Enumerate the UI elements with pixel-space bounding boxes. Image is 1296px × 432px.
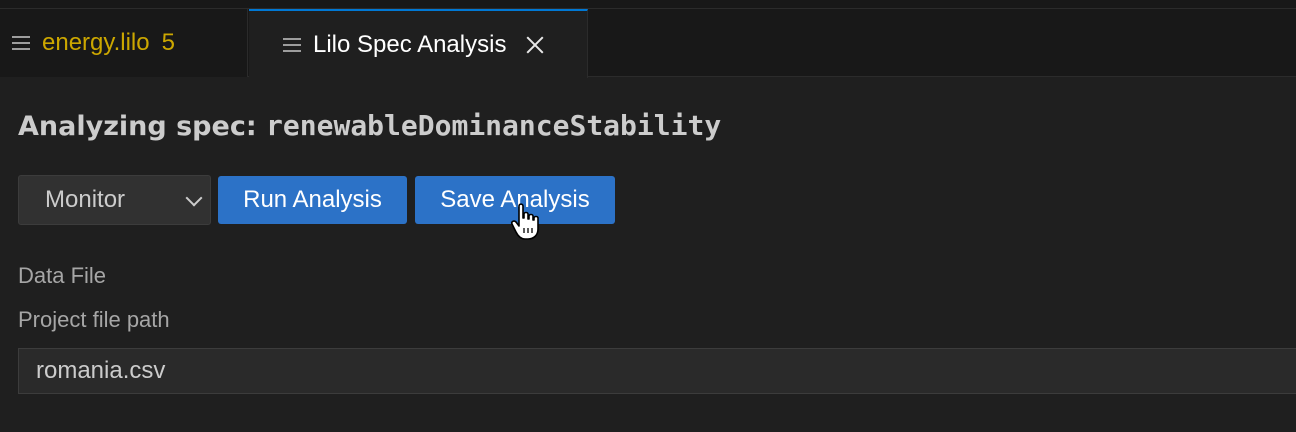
lines-icon [12, 34, 30, 52]
tab-label: energy.lilo [42, 29, 150, 56]
toolbar: Monitor Run Analysis Save Analysis [18, 175, 615, 240]
hand-cursor-icon [511, 203, 539, 240]
data-file-label: Data File [18, 263, 107, 288]
title-strip [0, 0, 1296, 9]
tab-label: Lilo Spec Analysis [313, 30, 507, 58]
tab-energy-lilo[interactable]: energy.lilo 5 [0, 9, 248, 77]
run-analysis-button[interactable]: Run Analysis [218, 176, 407, 224]
tab-lilo-spec-analysis[interactable]: Lilo Spec Analysis [249, 9, 588, 78]
path-input-value: romania.csv [36, 357, 166, 384]
problems-count-badge: 5 [161, 29, 175, 56]
mode-select-value: Monitor [45, 186, 126, 213]
close-icon[interactable] [524, 34, 546, 56]
editor-window: energy.lilo 5 Lilo Spec Analysis Analyzi… [0, 0, 1296, 432]
lines-icon [283, 36, 301, 54]
save-analysis-button[interactable]: Save Analysis [415, 176, 615, 240]
mode-select[interactable]: Monitor [18, 175, 211, 225]
page-title: Analyzing spec: renewableDominanceStabil… [18, 109, 721, 142]
page-title-prefix: Analyzing spec: [18, 111, 267, 142]
project-file-path-input[interactable]: romania.csv [18, 348, 1296, 394]
chevron-down-icon [185, 189, 203, 207]
project-file-path-label: Project file path [18, 307, 170, 332]
tab-bar: energy.lilo 5 Lilo Spec Analysis [0, 9, 1296, 78]
spec-name: renewableDominanceStability [266, 109, 722, 142]
